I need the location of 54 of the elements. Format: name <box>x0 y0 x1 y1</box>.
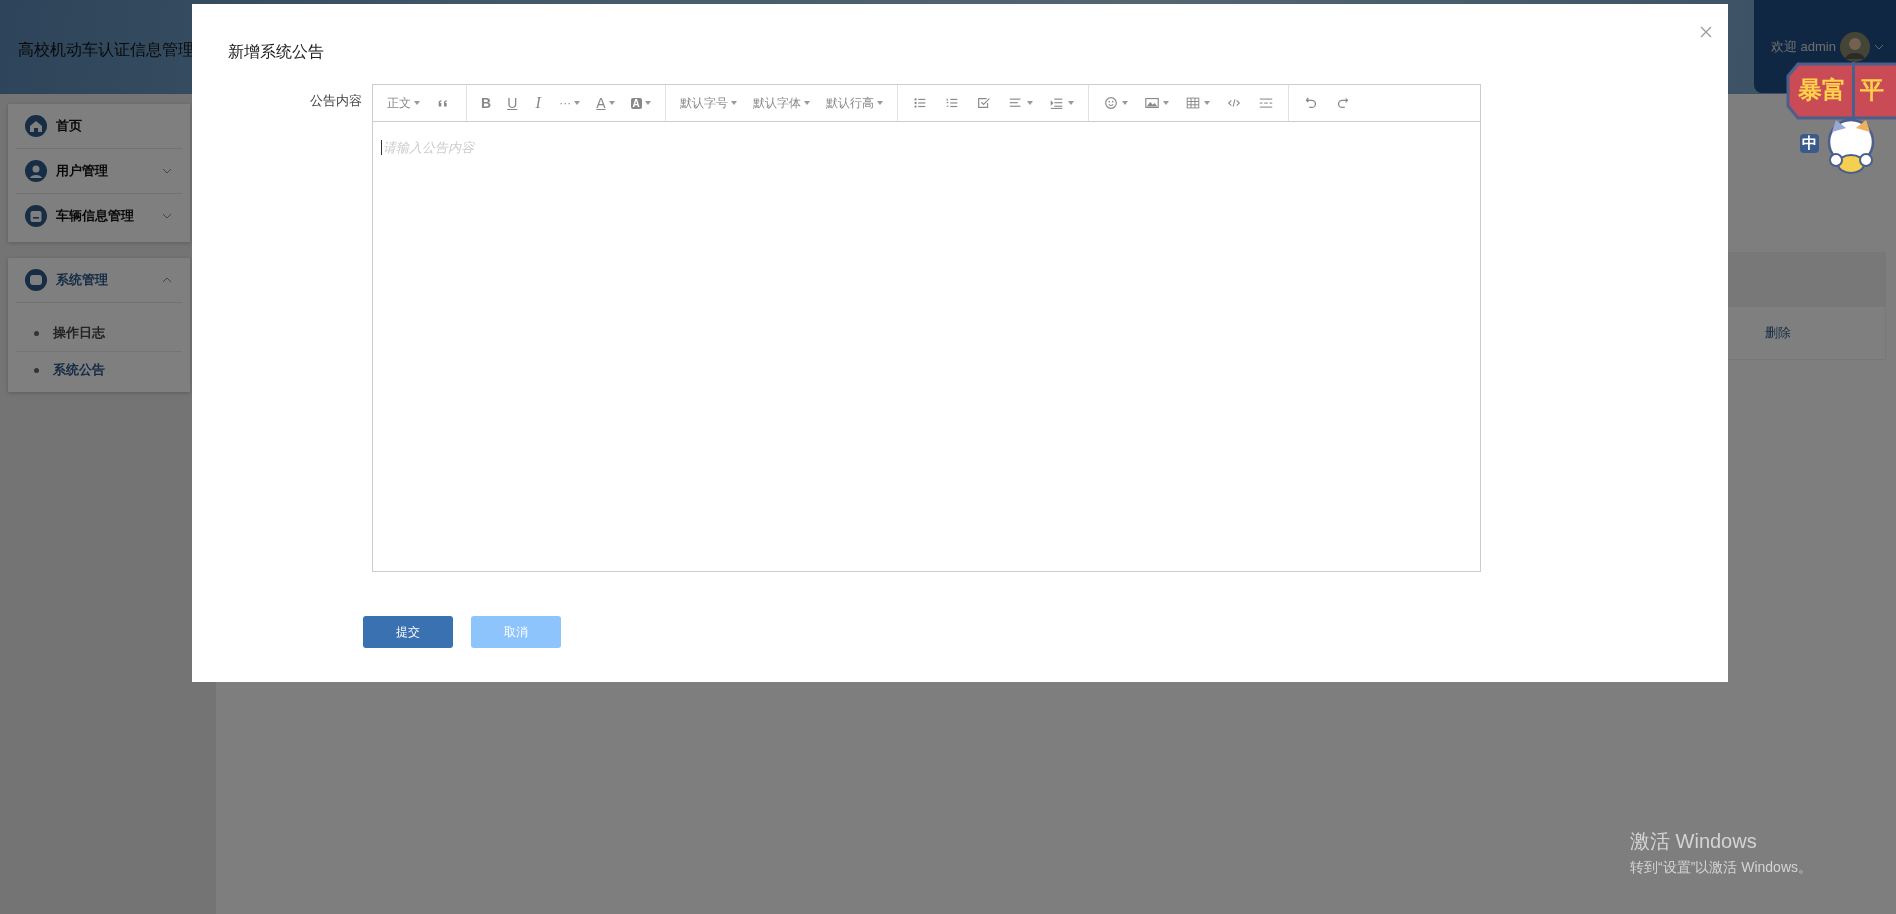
dialog-title: 新增系统公告 <box>228 42 325 62</box>
toolbar-button[interactable]: I <box>527 90 550 116</box>
caret-icon <box>414 101 420 105</box>
submenu-item[interactable]: 操作日志 <box>16 315 182 352</box>
caret-icon <box>608 101 615 105</box>
close-icon[interactable] <box>1700 26 1712 38</box>
toolbar-button[interactable]: B <box>475 90 498 116</box>
toolbar-dropdown[interactable]: 默认字体 <box>746 90 816 116</box>
toolbar-dropdown[interactable]: 正文 <box>381 90 426 116</box>
toolbar-dropdown[interactable]: 默认行高 <box>819 90 889 116</box>
delete-link[interactable]: 删除 <box>1765 324 1791 342</box>
toolbar-dropdown[interactable]: 默认字号 <box>673 90 743 116</box>
sign-text: 平 <box>1860 75 1884 105</box>
avatar-icon[interactable] <box>1840 31 1870 62</box>
field-label: 公告内容 <box>309 92 362 110</box>
submenu-item[interactable]: 系统公告 <box>16 352 182 388</box>
caret-icon <box>1162 101 1169 105</box>
checkbox-icon <box>975 95 992 111</box>
system-icon <box>24 268 48 292</box>
caret-icon <box>644 101 651 105</box>
menu-item[interactable]: 首页 <box>16 104 182 149</box>
image-icon <box>1143 95 1160 111</box>
caret-icon <box>803 101 810 105</box>
caret-icon <box>574 101 581 105</box>
activation-hint: 转到“设置”以激活 Windows。 <box>1630 859 1812 877</box>
chevron-down-icon <box>162 213 172 219</box>
caret-icon <box>1203 101 1210 105</box>
menu-item[interactable]: 用户管理 <box>16 149 182 194</box>
chevron-up-icon <box>162 277 172 283</box>
activation-title: 激活 Windows <box>1630 829 1758 854</box>
submit-button[interactable]: 提交 <box>363 616 453 648</box>
caret-icon <box>1026 101 1033 105</box>
smiley-icon <box>1102 95 1119 111</box>
sign-text: 暴富 <box>1798 75 1846 105</box>
toolbar-button[interactable]: A <box>590 90 621 116</box>
chevron-down-icon[interactable] <box>1874 43 1884 50</box>
toolbar-button[interactable]: ··· <box>553 90 587 116</box>
home-icon <box>24 114 48 138</box>
car-icon <box>24 204 48 228</box>
user-icon <box>24 159 48 183</box>
caret-icon <box>730 101 737 105</box>
caret-icon <box>876 101 883 105</box>
welcome-text: 欢迎 admin <box>1770 37 1836 56</box>
table-icon <box>1184 95 1201 111</box>
caret-icon <box>1067 101 1074 105</box>
toolbar-button[interactable]: A <box>624 90 657 116</box>
caret-icon <box>1121 101 1128 105</box>
menu-item[interactable]: 车辆信息管理 <box>16 194 182 238</box>
toolbar-button[interactable]: U <box>501 90 524 116</box>
menu-item[interactable]: 系统管理 <box>16 258 182 303</box>
ime-indicator[interactable]: 中 <box>1800 134 1819 153</box>
chevron-down-icon <box>162 168 172 174</box>
bulleted-list-icon <box>911 95 928 111</box>
app-title: 高校机动车认证信息管理 <box>17 40 194 60</box>
